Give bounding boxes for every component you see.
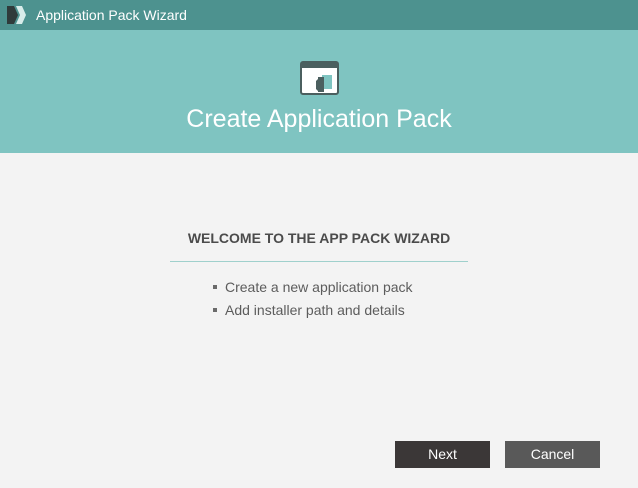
app-pack-logo-icon xyxy=(5,4,29,26)
wizard-content: WELCOME TO THE APP PACK WIZARD Create a … xyxy=(0,153,638,488)
cancel-button[interactable]: Cancel xyxy=(505,441,600,468)
next-button[interactable]: Next xyxy=(395,441,490,468)
banner-title: Create Application Pack xyxy=(186,105,452,133)
window-title: Application Pack Wizard xyxy=(36,7,187,23)
title-bar[interactable]: Application Pack Wizard xyxy=(0,0,638,30)
list-item: Create a new application pack xyxy=(213,275,413,298)
bullet-icon xyxy=(213,284,217,289)
list-item-text: Create a new application pack xyxy=(225,278,413,295)
bullet-icon xyxy=(213,307,217,312)
list-item-text: Add installer path and details xyxy=(225,301,405,318)
header-banner: Create Application Pack xyxy=(0,30,638,153)
heading-divider xyxy=(170,261,468,262)
list-item: Add installer path and details xyxy=(213,298,413,321)
welcome-heading: WELCOME TO THE APP PACK WIZARD xyxy=(187,230,451,246)
window-hand-icon xyxy=(300,59,339,97)
feature-list: Create a new application pack Add instal… xyxy=(213,275,413,321)
